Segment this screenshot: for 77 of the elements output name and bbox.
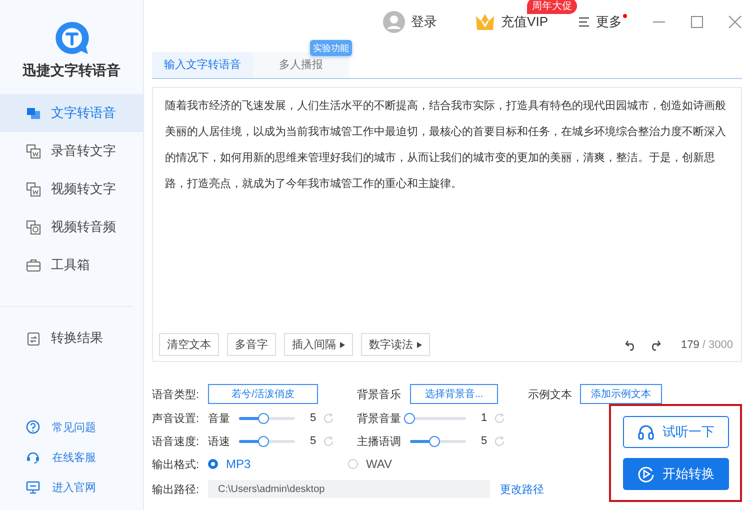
radio-option[interactable]: MP3 [208,457,348,471]
tab[interactable]: 输入文字转语音 [152,52,253,78]
listen-button[interactable]: 试听一下 [622,416,728,448]
text-editor[interactable] [152,87,742,362]
setting-label: 语音速度: [152,434,200,448]
nav-label: 转换结果 [51,329,103,347]
nav-label: 工具箱 [51,256,90,274]
headphones-icon [636,423,654,441]
slider-value: 5 [481,435,488,447]
translate-icon [26,106,41,120]
setting-label: 声音设置: [152,412,200,426]
sidebar-link[interactable]: 进入官网 [0,472,143,502]
nav-label: 视频转文字 [51,180,116,198]
slider-value: 1 [481,412,488,424]
promo-badge: 周年大促 [527,0,578,14]
undo-icon[interactable] [624,338,637,350]
menu-icon [578,17,590,27]
radio-option[interactable]: WAV [348,457,408,471]
nav-label: 视频转音频 [51,218,116,236]
nav-label: 录音转文字 [51,142,116,160]
play-cycle-icon [636,465,654,483]
crown-icon [475,13,496,31]
more-menu[interactable]: 更多 [578,13,622,31]
toolbox-icon [26,258,41,272]
sidebar-link[interactable]: 在线客服 [0,442,143,472]
nav-item[interactable]: 工具箱 [0,246,143,284]
sidebar-link[interactable]: 常见问题 [0,412,143,442]
setting-label: 语音类型: [152,388,200,402]
convert-button[interactable]: 开始转换 [622,458,728,490]
slider-handle[interactable] [258,436,270,446]
editor-text: 随着我市经济的飞速发展，人们生活水平的不断提高，结合我市实际，打造具有特色的现代田园城市，创造如诗画般美丽的人居佳境，以成为当前我市城管工作中最迫切，最核心的首要目标和任务，在城乡环境综合整治力度不断深入的情况下，如何用新的思维来管理好我们的城市，从而让我们的城市变的更加的美丽，清爽，整洁。于是，创新思路，打造亮点，就成为了今年我市城管工作的重心和主旋律。 [164,98,727,192]
slider-label: 语速 [208,434,230,448]
vip-button[interactable]: 充值VIP [475,13,548,31]
document-icon [26,144,41,158]
change-path-link[interactable]: 更改路径 [500,482,544,496]
login-button[interactable]: 登录 [383,11,438,33]
feature-badge: 实验功能 [310,40,352,56]
char-limit: / 3000 [702,338,733,350]
document-icon [26,220,41,234]
voice-select-button[interactable]: 若兮/活泼俏皮 [208,384,318,404]
slider-label: 主播语调 [357,434,401,448]
setting-label: 输出路径: [152,482,200,496]
headset-icon [26,450,40,464]
slider-value: 5 [310,412,316,424]
clipboard-icon [26,330,41,346]
nav-item[interactable]: 转换结果 [0,319,143,357]
path-field[interactable]: C:\Users\admin\desktop [208,480,490,498]
nav-item[interactable]: 视频转音频 [0,208,143,246]
setting-label: 背景音乐 [357,388,402,402]
logo-icon [54,20,90,56]
tool-button[interactable]: 多音字 [227,333,276,356]
avatar-icon [383,11,406,33]
slider-handle[interactable] [258,412,270,424]
nav-item[interactable]: 视频转文字 [0,170,143,208]
close-icon[interactable] [728,15,742,29]
tool-button[interactable]: 清空文本 [159,333,219,356]
nav-label: 文字转语音 [51,104,116,122]
char-count: 179 [680,338,700,350]
app-name: 迅捷文字转语音 [22,62,120,80]
nav-item[interactable]: 录音转文字 [0,132,143,170]
slider-handle[interactable] [404,412,415,424]
monitor-icon [26,480,40,494]
tool-button[interactable]: 数字读法 [361,333,430,356]
maximize-icon[interactable] [690,15,704,29]
music-select-button[interactable]: 选择背景音... [410,384,498,404]
setting-label: 示例文本 [528,388,573,402]
slider-handle[interactable] [429,436,440,446]
sample-text-button[interactable]: 添加示例文本 [580,384,662,404]
slider-label: 背景音量 [357,412,401,426]
document-icon [26,182,41,196]
slider-value: 5 [310,435,316,447]
slider-label: 音量 [208,412,230,426]
setting-label: 输出格式: [152,458,200,472]
help-icon [26,420,40,434]
tab[interactable]: 多人播报 [253,52,349,78]
tool-button[interactable]: 插入间隔 [284,333,353,356]
nav-item[interactable]: 文字转语音 [0,94,143,132]
